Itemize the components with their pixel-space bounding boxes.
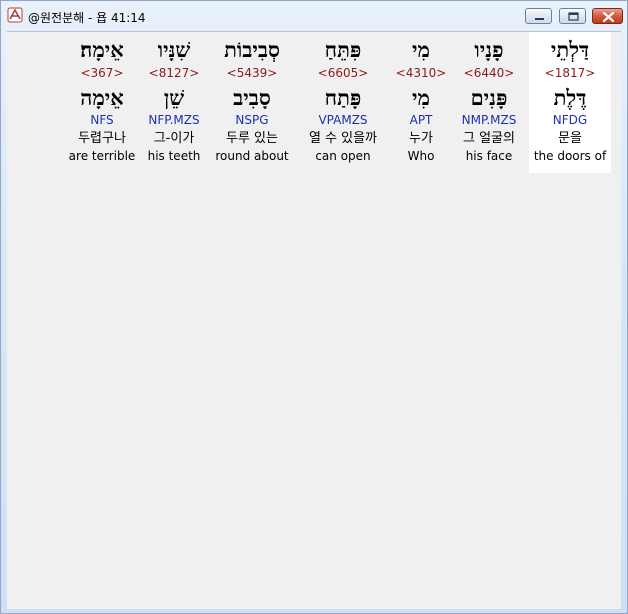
- english-gloss: can open: [315, 149, 371, 163]
- strongs-number[interactable]: <5439>: [208, 66, 296, 80]
- strongs-number[interactable]: <1817>: [529, 66, 611, 80]
- morphology-code: NMP.MZS: [461, 113, 517, 127]
- hebrew-lemma: דֶּלֶת: [553, 85, 587, 110]
- morphology-code: VPAMZS: [318, 113, 368, 127]
- title-bar[interactable]: @원전분해 - 욥 41:14: [1, 1, 627, 31]
- word-column[interactable]: פָנָיו <6440> פָּנִים NMP.MZS 그 얼굴의 his …: [453, 32, 525, 173]
- korean-gloss: 누가: [409, 131, 433, 146]
- morphology-code: APT: [409, 113, 433, 127]
- korean-gloss: 그-이가: [153, 131, 195, 146]
- hebrew-word: פָנָיו: [474, 37, 504, 62]
- korean-gloss: 문을: [558, 131, 582, 146]
- hebrew-lemma: סָבִיב: [233, 85, 271, 110]
- interlinear-view: אֵימָה׃ <367> אֵימָה NFS 두렵구나 are terrib…: [7, 31, 621, 609]
- hebrew-word: מִי: [412, 37, 430, 62]
- morphology-code: NSPG: [235, 113, 269, 127]
- strongs-number[interactable]: <4310>: [391, 66, 451, 80]
- word-column[interactable]: שִׁנָּיו <8127> שֵׁן NFP.MZS 그-이가 his te…: [131, 32, 217, 173]
- word-column[interactable]: פִּתֵּחַ <6605> פָּתַח VPAMZS 열 수 있을까 ca…: [295, 32, 391, 173]
- maximize-icon: [568, 12, 579, 21]
- hebrew-lemma: פָּנִים: [470, 85, 508, 110]
- korean-gloss: 두루 있는: [226, 131, 278, 146]
- strongs-number[interactable]: <8127>: [131, 66, 217, 80]
- minimize-icon: [535, 18, 544, 20]
- english-gloss: his teeth: [147, 149, 201, 163]
- word-column[interactable]: סְבִיבוֹת <5439> סָבִיב NSPG 두루 있는 round…: [208, 32, 296, 173]
- word-column[interactable]: מִי <4310> מִי APT 누가 Who: [391, 32, 451, 173]
- maximize-button[interactable]: [559, 8, 586, 24]
- hebrew-lemma: שֵׁן: [163, 85, 185, 110]
- word-column-selected[interactable]: דַּלְתֵי <1817> דֶּלֶת NFDG 문을 the doors…: [529, 32, 611, 173]
- korean-gloss: 열 수 있을까: [308, 131, 378, 146]
- app-logo-icon: [7, 7, 23, 23]
- hebrew-word: פִּתֵּחַ: [324, 37, 362, 62]
- morphology-code: NFP.MZS: [148, 113, 200, 127]
- close-icon: [602, 11, 615, 23]
- strongs-number[interactable]: <6605>: [295, 66, 391, 80]
- morphology-code: NFDG: [552, 113, 588, 127]
- close-button[interactable]: [592, 8, 623, 24]
- window-title: @원전분해 - 욥 41:14: [28, 11, 146, 25]
- english-gloss: round about: [215, 149, 289, 163]
- app-window: @원전분해 - 욥 41:14 אֵימָה׃ <367> אֵימָה NFS…: [0, 0, 628, 614]
- hebrew-lemma: מִי: [412, 85, 430, 110]
- minimize-button[interactable]: [525, 8, 552, 24]
- hebrew-word: שִׁנָּיו: [157, 37, 191, 62]
- english-gloss: Who: [407, 149, 435, 163]
- english-gloss: the doors of: [533, 149, 607, 163]
- korean-gloss: 그 얼굴의: [463, 131, 515, 146]
- english-gloss: his face: [465, 149, 513, 163]
- strongs-number[interactable]: <6440>: [453, 66, 525, 80]
- hebrew-lemma: פָּתַח: [324, 85, 362, 110]
- hebrew-word: דַּלְתֵי: [550, 37, 590, 62]
- hebrew-word: סְבִיבוֹת: [224, 37, 280, 62]
